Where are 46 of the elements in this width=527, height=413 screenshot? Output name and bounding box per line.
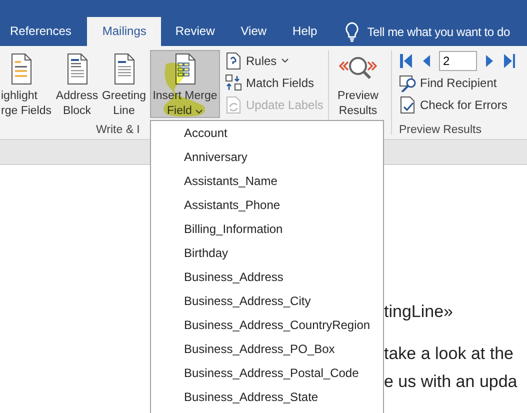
menu-item[interactable]: Business_Address_State xyxy=(151,386,383,410)
menu-item[interactable]: Business_Address_City xyxy=(151,290,383,314)
ribbon-tab[interactable]: References xyxy=(0,17,84,46)
match-fields-icon xyxy=(225,74,242,92)
menu-item[interactable]: Business_Address_CountryRegion xyxy=(151,314,383,338)
menu-item[interactable]: Assistants_Name xyxy=(151,170,383,194)
menu-item[interactable]: Assistants_Phone xyxy=(151,194,383,218)
caret-icon xyxy=(280,58,289,64)
ribbon-tab[interactable]: Help xyxy=(280,17,330,46)
ribbon-button[interactable]: Greeting Line xyxy=(98,50,150,118)
ribbon-button[interactable]: Find Recipient xyxy=(399,72,499,94)
refresh-icon xyxy=(225,96,242,114)
menu-item[interactable]: Business_Address_PO_Box xyxy=(151,338,383,362)
menu-item[interactable]: Business_Address xyxy=(151,266,383,290)
document-question-icon xyxy=(225,52,242,70)
document-icon xyxy=(65,53,89,85)
document-text: take a look at the xyxy=(384,343,514,365)
tell-me-search[interactable]: Tell me what you want to do xyxy=(345,17,510,46)
menu-item[interactable]: Business_Address_Postal_Code xyxy=(151,362,383,386)
group-label: Write & I xyxy=(96,124,140,138)
document-icon xyxy=(9,53,33,85)
document-text: e us with an upda xyxy=(384,371,518,393)
check-document-icon xyxy=(399,96,416,114)
menu-item[interactable]: Anniversary xyxy=(151,146,383,170)
group-label: Preview Results xyxy=(399,124,482,138)
next-record-icon xyxy=(485,53,495,69)
ribbon-tab[interactable]: Mailings xyxy=(87,17,162,46)
document-icon xyxy=(112,53,136,85)
preview-results-button[interactable]: Preview Results xyxy=(331,50,385,118)
ribbon-tab[interactable]: Review xyxy=(163,17,227,46)
menu-item[interactable]: Account xyxy=(151,122,383,146)
previous-record-icon xyxy=(421,53,431,69)
find-recipient-icon xyxy=(399,74,416,92)
ribbon-button[interactable]: ighlight rge Fields xyxy=(0,50,56,118)
menu-item[interactable]: Billing_Information xyxy=(151,218,383,242)
menu-item[interactable]: Birthday xyxy=(151,242,383,266)
ribbon-button[interactable]: Rules xyxy=(223,50,291,72)
ribbon-button[interactable]: Address Block xyxy=(56,50,98,118)
first-record-icon xyxy=(399,53,413,69)
ribbon-button[interactable]: Match Fields xyxy=(223,72,316,94)
document-text: tingLine» xyxy=(384,301,454,323)
lightbulb-icon xyxy=(345,22,360,42)
ribbon-tab[interactable]: View xyxy=(228,17,279,46)
record-number-field[interactable]: 2 xyxy=(439,51,477,71)
last-record-icon xyxy=(503,53,515,69)
ribbon-button[interactable]: Check for Errors xyxy=(399,94,510,116)
